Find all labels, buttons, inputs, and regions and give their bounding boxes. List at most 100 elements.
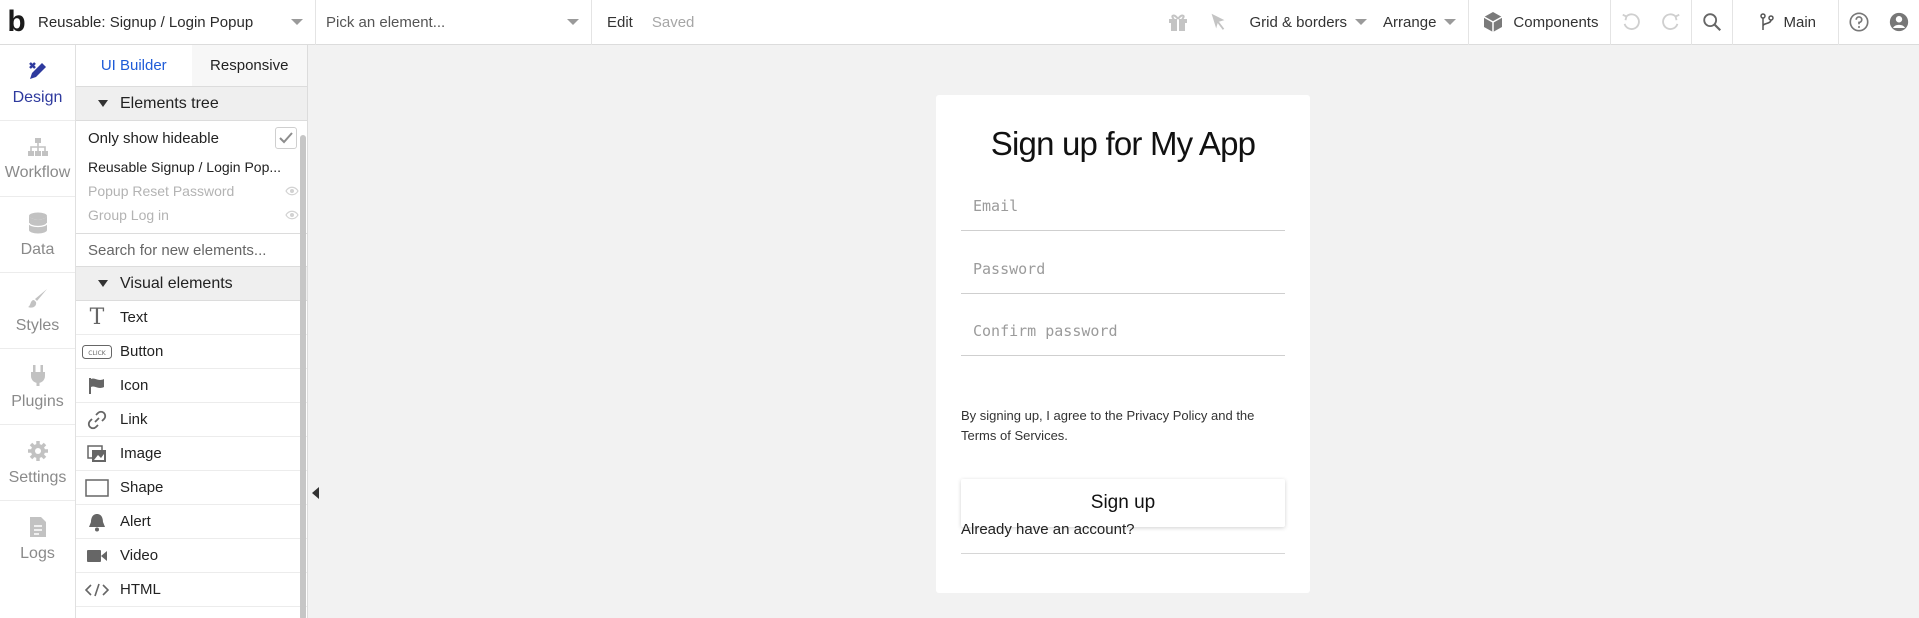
components-button[interactable]: Components: [1469, 0, 1610, 45]
tree-item[interactable]: Group Log in: [76, 203, 307, 227]
button-icon: CLICK: [82, 344, 112, 359]
bell-icon: [82, 512, 112, 532]
video-icon: [82, 548, 112, 564]
tab-responsive[interactable]: Responsive: [191, 45, 307, 86]
branch-label: Main: [1783, 13, 1816, 31]
collapse-panel-icon[interactable]: [312, 487, 319, 499]
code-icon: [82, 583, 112, 597]
terms-text: By signing up, I agree to the Privacy Po…: [961, 408, 1255, 443]
arrange-label: Arrange: [1383, 13, 1437, 31]
password-placeholder: Password: [973, 259, 1046, 278]
confirm-password-placeholder: Confirm password: [973, 321, 1118, 340]
visual-element-label: Alert: [120, 513, 151, 530]
visual-element-text[interactable]: T Text: [76, 301, 307, 335]
have-account-text: Already have an account?: [961, 521, 1135, 538]
confirm-password-field[interactable]: Confirm password: [961, 306, 1285, 356]
panel-tabs: UI Builder Responsive: [76, 45, 307, 87]
nav-settings[interactable]: Settings: [0, 425, 75, 501]
nav-label: Workflow: [4, 163, 71, 181]
text-icon: T: [89, 305, 105, 330]
undo-icon[interactable]: [1611, 0, 1651, 45]
only-show-hideable-row: Only show hideable: [76, 121, 307, 155]
tree-item-label: Group Log in: [88, 207, 169, 223]
visual-element-image[interactable]: Image: [76, 437, 307, 471]
chevron-down-icon: [1355, 19, 1368, 25]
pointer-icon[interactable]: [1198, 0, 1238, 45]
search-elements-input[interactable]: Search for new elements...: [76, 233, 307, 267]
elements-tree-header[interactable]: Elements tree: [76, 87, 307, 121]
visual-elements-title: Visual elements: [120, 274, 233, 292]
tab-ui-builder[interactable]: UI Builder: [76, 45, 192, 86]
eye-hidden-icon[interactable]: [285, 186, 299, 196]
workflow-icon: [27, 137, 48, 156]
chevron-down-icon: [567, 19, 579, 25]
visual-element-link[interactable]: Link: [76, 403, 307, 437]
visual-element-html[interactable]: HTML: [76, 573, 307, 607]
cube-icon: [1484, 12, 1503, 32]
visual-element-label: HTML: [120, 581, 161, 598]
nav-styles[interactable]: Styles: [0, 273, 75, 349]
element-picker[interactable]: Pick an element...: [316, 0, 592, 45]
visual-element-button[interactable]: CLICK Button: [76, 335, 307, 369]
only-show-hideable-checkbox[interactable]: [275, 127, 297, 149]
password-field[interactable]: Password: [961, 244, 1285, 294]
visual-element-shape[interactable]: Shape: [76, 471, 307, 505]
visual-element-label: Button: [120, 343, 164, 360]
nav-workflow[interactable]: Workflow: [0, 121, 75, 197]
search-icon[interactable]: [1692, 0, 1732, 45]
logo-text: b: [7, 5, 25, 38]
arrange-menu[interactable]: Arrange: [1379, 0, 1468, 45]
document-icon: [29, 517, 46, 537]
builder-panel: UI Builder Responsive Elements tree Only…: [76, 45, 308, 618]
nav-label: Plugins: [11, 392, 64, 410]
visual-elements-header[interactable]: Visual elements: [76, 267, 307, 301]
grid-borders-menu[interactable]: Grid & borders: [1238, 0, 1380, 45]
image-icon: [82, 444, 112, 463]
nav-label: Data: [20, 240, 55, 258]
nav-label: Logs: [20, 545, 55, 562]
bubble-logo[interactable]: b: [0, 0, 32, 45]
top-toolbar: b Reusable: Signup / Login Popup Pick an…: [0, 0, 1919, 45]
tree-item[interactable]: Popup Reset Password: [76, 179, 307, 203]
branch-icon: [1760, 13, 1775, 30]
triangle-down-icon: [98, 100, 108, 107]
account-icon[interactable]: [1879, 0, 1919, 45]
signup-popup[interactable]: Sign up for My App Email Password Confir…: [936, 95, 1310, 593]
nav-label: Design: [12, 88, 63, 106]
visual-element-video[interactable]: Video: [76, 539, 307, 573]
link-icon: [82, 410, 112, 430]
nav-logs[interactable]: Logs: [0, 501, 75, 577]
nav-plugins[interactable]: Plugins: [0, 349, 75, 425]
help-icon[interactable]: [1839, 0, 1879, 45]
tree-item[interactable]: Reusable Signup / Login Pop...: [76, 155, 307, 179]
chevron-down-icon: [1444, 19, 1457, 25]
email-field[interactable]: Email: [961, 181, 1285, 231]
gift-icon[interactable]: [1158, 0, 1198, 45]
flag-icon: [82, 377, 112, 395]
plug-icon: [30, 364, 45, 386]
eye-hidden-icon[interactable]: [285, 210, 299, 220]
popup-title: Sign up for My App: [990, 125, 1256, 162]
visual-element-label: Link: [120, 411, 148, 428]
visual-element-icon[interactable]: Icon: [76, 369, 307, 403]
panel-scrollbar[interactable]: [300, 135, 306, 618]
branch-selector[interactable]: Main: [1733, 0, 1838, 45]
editor-canvas[interactable]: Sign up for My App Email Password Confir…: [327, 45, 1919, 618]
email-placeholder: Email: [973, 196, 1019, 215]
visual-element-label: Image: [120, 445, 162, 462]
search-elements-placeholder: Search for new elements...: [88, 241, 267, 259]
redo-icon[interactable]: [1651, 0, 1691, 45]
nav-design[interactable]: Design: [0, 45, 75, 121]
design-icon: [28, 61, 46, 79]
page-selector[interactable]: Reusable: Signup / Login Popup: [32, 0, 316, 45]
triangle-down-icon: [98, 280, 108, 287]
chevron-down-icon: [291, 19, 303, 25]
edit-button[interactable]: Edit: [592, 14, 648, 31]
check-icon: [279, 132, 293, 144]
divider: [961, 553, 1285, 554]
nav-label: Settings: [8, 468, 67, 486]
visual-element-alert[interactable]: Alert: [76, 505, 307, 539]
nav-data[interactable]: Data: [0, 197, 75, 273]
signup-button[interactable]: Sign up: [961, 479, 1285, 527]
components-label: Components: [1513, 13, 1599, 31]
